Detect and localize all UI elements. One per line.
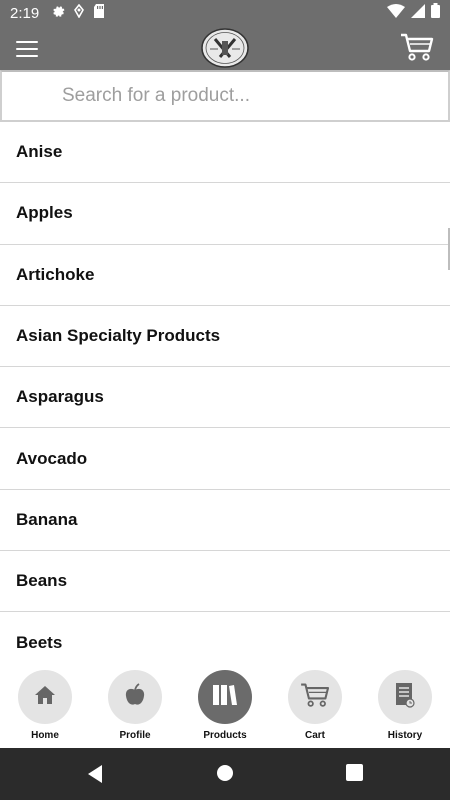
nav-home-label: Home: [31, 730, 59, 741]
list-item[interactable]: Beets: [0, 612, 450, 657]
status-icons-left: [51, 3, 105, 23]
nav-home[interactable]: Home: [5, 670, 85, 741]
nav-products-label: Products: [203, 730, 247, 741]
nav-products-circle: [198, 670, 252, 724]
list-item[interactable]: Artichoke: [0, 245, 450, 306]
search-bar: [0, 70, 450, 122]
list-item[interactable]: Apples: [0, 183, 450, 245]
nav-history-label: History: [387, 730, 423, 741]
cart-icon: [400, 33, 434, 66]
list-item[interactable]: Asparagus: [0, 367, 450, 429]
wifi-icon: [387, 3, 405, 23]
nav-history[interactable]: History: [365, 670, 445, 741]
list-item[interactable]: Avocado: [0, 428, 450, 490]
battery-icon: [431, 3, 440, 23]
recents-icon[interactable]: [346, 764, 363, 786]
product-list: Anise Apples Artichoke Asian Specialty P…: [0, 122, 450, 657]
nav-profile-label: Profile: [119, 730, 151, 741]
menu-button[interactable]: [16, 36, 50, 62]
nav-cart-label: Cart: [304, 730, 325, 741]
menu-icon-line: [16, 48, 38, 50]
app-bar: [0, 26, 450, 70]
list-item[interactable]: Beans: [0, 551, 450, 613]
nav-products[interactable]: Products: [185, 670, 265, 741]
nav-history-circle: [378, 670, 432, 724]
list-item[interactable]: Banana: [0, 490, 450, 552]
menu-icon-line: [16, 55, 38, 57]
nav-profile-circle: [108, 670, 162, 724]
list-item[interactable]: Anise: [0, 122, 450, 184]
location-icon: [73, 3, 85, 23]
history-icon: [395, 682, 415, 713]
logo: [200, 27, 250, 69]
signal-icon: [411, 3, 425, 23]
home-circle-icon[interactable]: [216, 764, 234, 787]
gear-icon: [51, 4, 65, 23]
menu-icon-line: [16, 41, 38, 43]
nav-cart[interactable]: Cart: [275, 670, 355, 741]
bottom-nav: Home Profile Products Cart History: [0, 657, 450, 748]
nav-profile[interactable]: Profile: [95, 670, 175, 741]
search-input[interactable]: [2, 72, 448, 120]
books-icon: [212, 684, 238, 711]
nav-home-circle: [18, 670, 72, 724]
cart-icon: [300, 682, 330, 713]
status-bar: 2:19: [0, 0, 450, 26]
screen: 2:19 Search for a product... Anise Apple…: [0, 0, 450, 800]
back-icon[interactable]: [86, 764, 104, 789]
status-time: 2:19: [10, 4, 40, 22]
status-icons-right: [387, 3, 440, 23]
nav-cart-circle: [288, 670, 342, 724]
cart-button[interactable]: [400, 32, 434, 62]
system-nav-bar: [0, 748, 450, 800]
apple-icon: [124, 682, 146, 712]
list-item[interactable]: Asian Specialty Products: [0, 306, 450, 368]
sd-card-icon: [93, 3, 105, 23]
home-icon: [34, 685, 56, 710]
